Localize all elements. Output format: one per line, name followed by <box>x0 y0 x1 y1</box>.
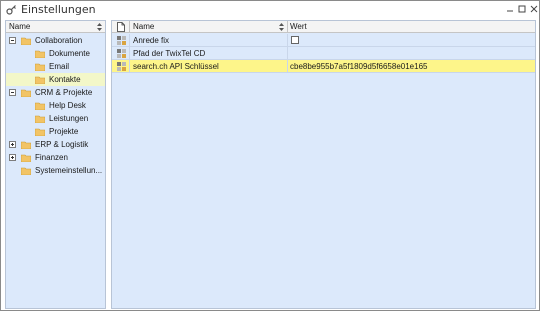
tree-item-label: Email <box>49 62 70 71</box>
new-document-icon[interactable] <box>117 22 125 32</box>
tree-item-label: ERP & Logistik <box>35 140 89 149</box>
close-icon[interactable] <box>528 3 540 15</box>
folder-icon <box>35 76 45 84</box>
setting-checkbox[interactable] <box>291 36 299 44</box>
tree-item-label: Dokumente <box>49 49 90 58</box>
expand-icon[interactable] <box>9 141 16 148</box>
tree-item-finanzen[interactable]: Finanzen <box>6 151 105 164</box>
sort-icon[interactable] <box>279 23 284 31</box>
expand-icon[interactable] <box>9 154 16 161</box>
tree-item-help-desk[interactable]: Help Desk <box>6 99 105 112</box>
setting-name: Pfad der TwixTel CD <box>133 49 206 58</box>
tree-item-label: Help Desk <box>49 101 86 110</box>
category-tree-panel: Name Collaboration Dokumente Email Konta… <box>5 20 106 309</box>
window-title: Einstellungen <box>21 3 96 16</box>
tree-item-projekte[interactable]: Projekte <box>6 125 105 138</box>
collapse-icon[interactable] <box>9 37 16 44</box>
settings-row-search-api-key[interactable]: search.ch API Schlüssel cbe8be955b7a5f18… <box>112 60 535 73</box>
folder-icon <box>35 63 45 71</box>
setting-name: search.ch API Schlüssel <box>133 62 219 71</box>
tree-item-dokumente[interactable]: Dokumente <box>6 47 105 60</box>
column-header-name[interactable]: Name <box>133 22 154 31</box>
tree-item-label: Finanzen <box>35 153 68 162</box>
minimize-icon[interactable] <box>504 3 516 15</box>
column-header-value[interactable]: Wert <box>290 22 307 31</box>
folder-icon <box>35 50 45 58</box>
tree-item-label: Kontakte <box>49 75 81 84</box>
settings-window: Einstellungen Name Collaboration Dokumen… <box>0 0 540 311</box>
tree-item-systemeinstellungen[interactable]: Systemeinstellun... <box>6 164 105 177</box>
folder-icon <box>21 89 31 97</box>
settings-grid: Name Wert Anrede fix Pfad der TwixTel CD… <box>111 20 536 309</box>
tree-item-label: Collaboration <box>35 36 83 45</box>
settings-row-twixtel-path[interactable]: Pfad der TwixTel CD <box>112 47 535 60</box>
maximize-icon[interactable] <box>516 3 528 15</box>
tree-item-collaboration[interactable]: Collaboration <box>6 34 105 47</box>
tree-item-label: CRM & Projekte <box>35 88 93 97</box>
setting-icon <box>117 49 126 58</box>
setting-name: Anrede fix <box>133 36 170 45</box>
folder-icon <box>21 141 31 149</box>
folder-icon <box>21 37 31 45</box>
setting-icon <box>117 62 126 71</box>
grid-header: Name Wert <box>112 21 535 33</box>
tree-item-crm-projekte[interactable]: CRM & Projekte <box>6 86 105 99</box>
tree-item-leistungen[interactable]: Leistungen <box>6 112 105 125</box>
settings-row-anrede-fix[interactable]: Anrede fix <box>112 34 535 47</box>
folder-icon <box>35 102 45 110</box>
tree-header[interactable]: Name <box>6 21 105 33</box>
folder-icon <box>35 128 45 136</box>
collapse-icon[interactable] <box>9 89 16 96</box>
tree-item-label: Systemeinstellun... <box>35 166 103 175</box>
folder-icon <box>35 115 45 123</box>
tree-item-email[interactable]: Email <box>6 60 105 73</box>
folder-icon <box>21 154 31 162</box>
setting-value[interactable]: cbe8be955b7a5f1809d5f6658e01e165 <box>290 62 427 71</box>
tree-item-kontakte[interactable]: Kontakte <box>6 73 105 86</box>
tree-item-erp-logistik[interactable]: ERP & Logistik <box>6 138 105 151</box>
setting-icon <box>117 36 126 45</box>
title-bar: Einstellungen <box>1 1 539 18</box>
folder-icon <box>21 167 31 175</box>
tree-item-label: Projekte <box>49 127 79 136</box>
tree-header-label: Name <box>9 22 31 31</box>
settings-key-icon <box>6 5 16 15</box>
tree-item-label: Leistungen <box>49 114 89 123</box>
sort-icon[interactable] <box>97 23 102 31</box>
